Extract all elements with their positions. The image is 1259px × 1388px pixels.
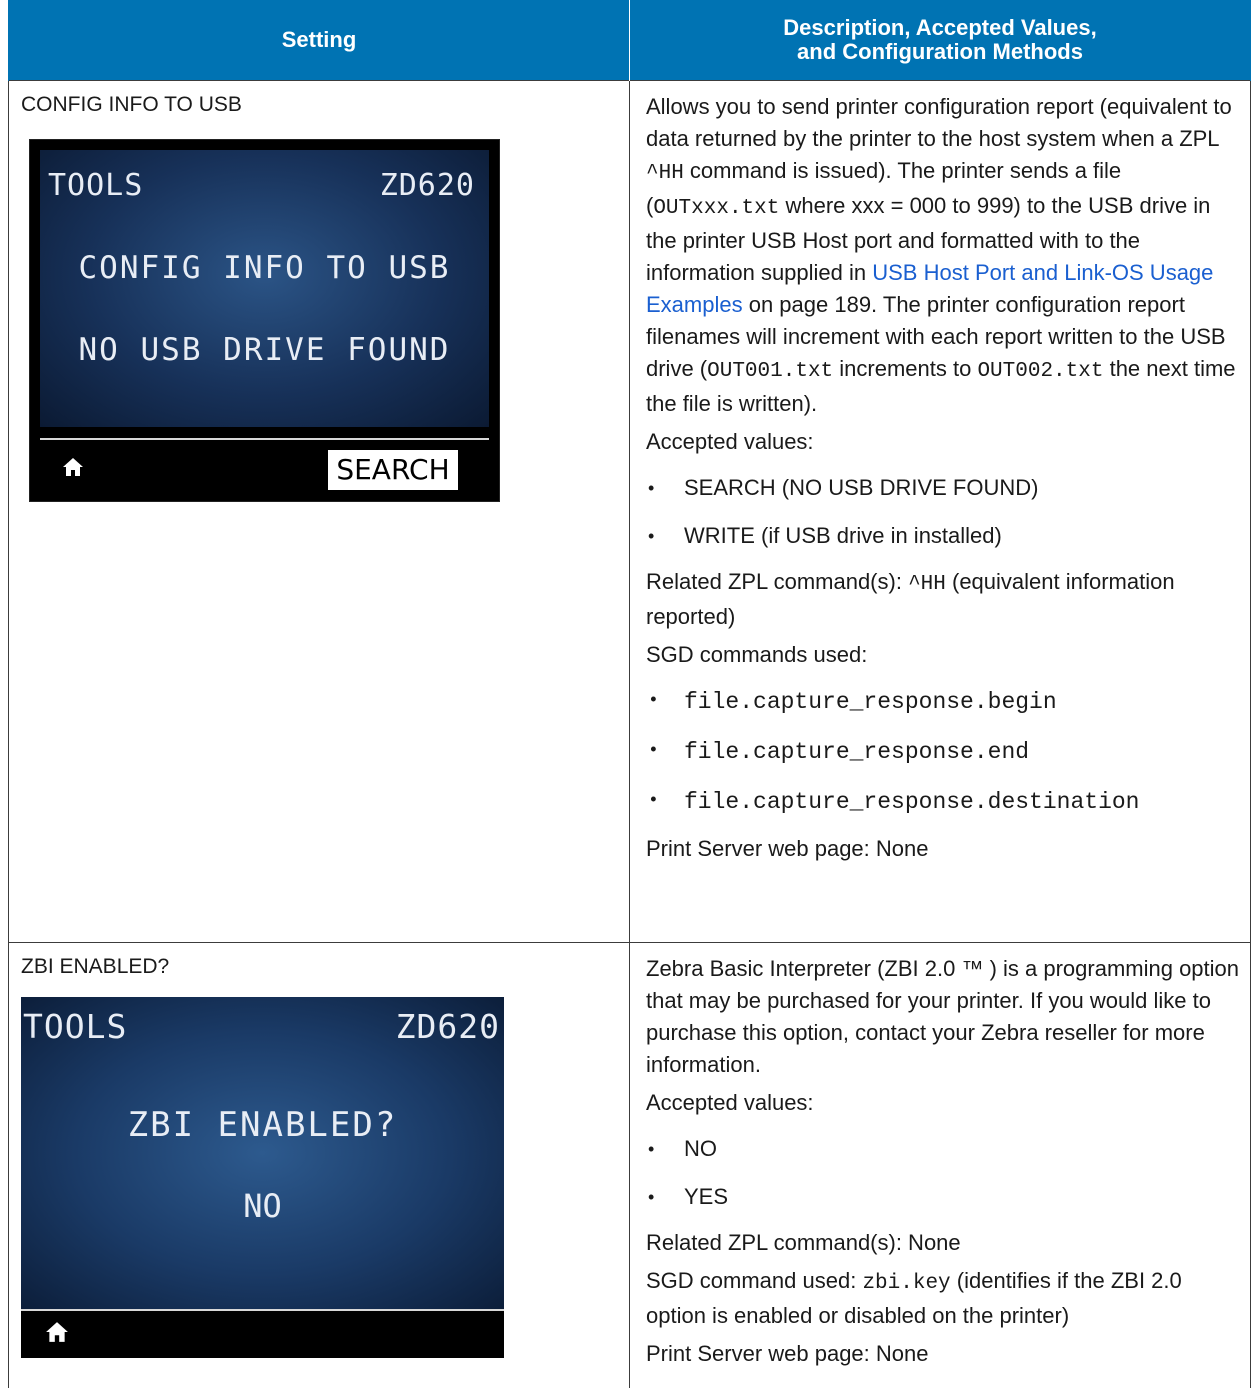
- setting-cell: CONFIG INFO TO USB TOOLS ZD620 CONFIG IN…: [8, 80, 630, 943]
- screen-value-text: NO: [243, 1187, 282, 1225]
- search-button[interactable]: SEARCH: [328, 450, 458, 490]
- setting-name: CONFIG INFO TO USB: [21, 93, 242, 116]
- bullet: •: [648, 1139, 655, 1159]
- setting-name: ZBI ENABLED?: [21, 955, 170, 978]
- list-item: • SEARCH (NO USB DRIVE FOUND): [646, 464, 1240, 512]
- code-zbi-key: zbi.key: [862, 1272, 951, 1295]
- screen-status-text: NO USB DRIVE FOUND: [78, 332, 451, 368]
- code-out001: OUT001.txt: [707, 360, 834, 383]
- home-icon[interactable]: [62, 457, 84, 482]
- bullet: •: [648, 478, 655, 498]
- code-out002: OUT002.txt: [977, 360, 1104, 383]
- table-row-config-info-to-usb: CONFIG INFO TO USB TOOLS ZD620 CONFIG IN…: [8, 80, 1251, 943]
- screen-setting-text: CONFIG INFO TO USB: [78, 250, 451, 286]
- setting-cell: ZBI ENABLED? TOOLS ZD620 ZBI ENABLED? NO: [8, 942, 630, 1388]
- accepted-values-list: • NO • YES: [646, 1125, 1240, 1221]
- description-cell: Zebra Basic Interpreter (ZBI 2.0 ™ ) is …: [629, 942, 1251, 1388]
- header-description: Description, Accepted Values, and Config…: [629, 0, 1251, 81]
- bullet: •: [648, 691, 659, 711]
- sgd-commands-list: • file.capture_response.begin • file.captu…: [646, 677, 1240, 827]
- screen-display: TOOLS ZD620 ZBI ENABLED? NO: [21, 997, 504, 1311]
- screen-model: ZD620: [379, 168, 475, 203]
- table-header-row: Setting Description, Accepted Values, an…: [8, 0, 1251, 81]
- list-item: • file.capture_response.begin: [646, 677, 1240, 727]
- printer-screen-config-info: TOOLS ZD620 CONFIG INFO TO USB NO USB DR…: [29, 139, 500, 502]
- list-item: • WRITE (if USB drive in installed): [646, 512, 1240, 560]
- bullet: •: [648, 791, 659, 811]
- code-hh: ^HH: [646, 162, 684, 185]
- list-item: • file.capture_response.destination: [646, 777, 1240, 827]
- related-zpl-commands: Related ZPL command(s): ^HH (equivalent …: [646, 569, 1175, 629]
- bullet: •: [648, 1187, 655, 1207]
- description-cell: Allows you to send printer configuration…: [629, 80, 1251, 943]
- description-paragraph: Allows you to send printer configuration…: [646, 94, 1236, 416]
- sgd-commands-label: SGD commands used:: [646, 642, 868, 667]
- bullet: •: [648, 526, 655, 546]
- code-hh: ^HH: [908, 573, 946, 596]
- description-paragraph: Zebra Basic Interpreter (ZBI 2.0 ™ ) is …: [646, 956, 1240, 1077]
- screen-divider: [40, 438, 489, 440]
- print-server-web-page: Print Server web page: None: [646, 1341, 929, 1366]
- header-description-line1: Description, Accepted Values,: [783, 15, 1097, 40]
- screen-menu-title: TOOLS: [48, 168, 144, 203]
- screen-setting-text: ZBI ENABLED?: [127, 1105, 398, 1145]
- accepted-values-label: Accepted values:: [646, 429, 814, 454]
- settings-table: Setting Description, Accepted Values, an…: [8, 0, 1251, 1388]
- sgd-command-used: SGD command used: zbi.key (identifies if…: [646, 1268, 1182, 1328]
- print-server-web-page: Print Server web page: None: [646, 836, 929, 861]
- list-item: • NO: [646, 1125, 1240, 1173]
- header-setting: Setting: [8, 0, 630, 81]
- list-item: • YES: [646, 1173, 1240, 1221]
- header-description-line2: and Configuration Methods: [797, 39, 1083, 64]
- bullet: •: [648, 741, 659, 761]
- accepted-values-list: • SEARCH (NO USB DRIVE FOUND) • WRITE (if …: [646, 464, 1240, 560]
- related-zpl-commands: Related ZPL command(s): None: [646, 1230, 961, 1255]
- screen-menu-title: TOOLS: [23, 1007, 128, 1046]
- code-outxxx: OUTxxx.txt: [653, 197, 780, 220]
- screen-model: ZD620: [395, 1007, 500, 1046]
- table-row-zbi-enabled: ZBI ENABLED? TOOLS ZD620 ZBI ENABLED? NO: [8, 942, 1251, 1388]
- home-icon[interactable]: [45, 1321, 69, 1348]
- screen-display: TOOLS ZD620 CONFIG INFO TO USB NO USB DR…: [40, 150, 489, 427]
- list-item: • file.capture_response.end: [646, 727, 1240, 777]
- printer-screen-zbi: TOOLS ZD620 ZBI ENABLED? NO: [21, 997, 504, 1358]
- accepted-values-label: Accepted values:: [646, 1090, 814, 1115]
